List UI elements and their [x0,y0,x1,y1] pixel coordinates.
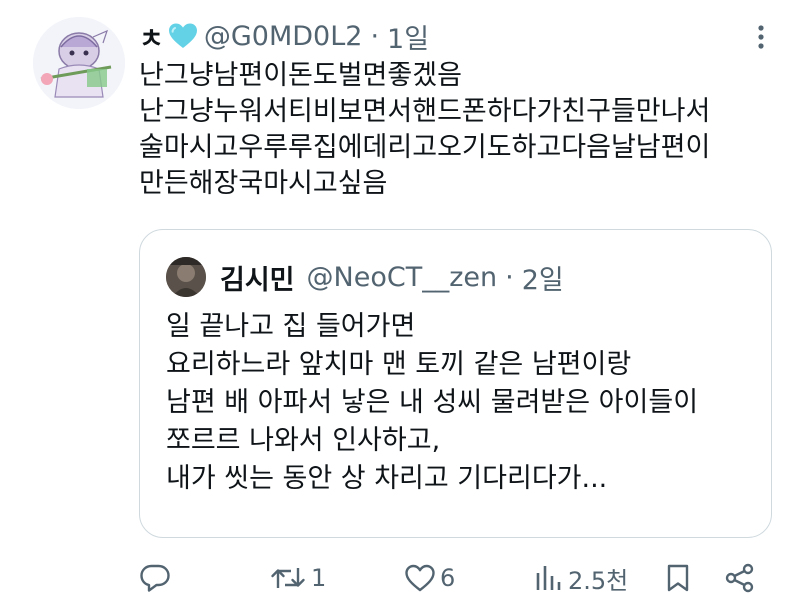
views-icon [534,563,564,593]
separator-dot: · [370,20,380,52]
views-button[interactable]: 2.5천 [534,558,628,598]
like-button[interactable]: 6 [404,558,455,598]
quoted-display-name[interactable]: 김시민 [220,258,295,297]
retweet-button[interactable]: 1 [269,558,326,598]
light-blue-heart-icon [168,22,198,50]
bookmark-button[interactable] [664,558,692,598]
reply-button[interactable] [139,558,175,598]
avatar[interactable] [33,17,125,109]
timestamp[interactable]: 1일 [387,17,429,56]
view-count: 2.5천 [568,566,629,595]
bookmark-icon [664,563,692,593]
tweet-text-line: 만든해장국마시고싶음 [139,168,388,199]
share-icon [724,563,756,593]
quoted-text-line: 쪼르르 나와서 인사하고, [166,425,441,456]
share-button[interactable] [724,558,756,598]
more-icon[interactable] [756,24,766,50]
action-bar: 1 6 2.5천 [139,558,769,598]
quoted-timestamp: 2일 [521,264,564,296]
quoted-text-line: 요리하느라 앞치마 맨 토끼 같은 남편이랑 [166,349,632,380]
quoted-handle[interactable]: @NeoCT__zen [307,262,498,293]
retweet-count: 1 [311,564,327,592]
tweet-header: ㅊ @G0MD0L2 · 1일 [139,16,429,56]
tweet: ㅊ @G0MD0L2 · 1일 난그냥남편이돈도벌면좋겠음 난그냥누워서티비보면… [0,0,800,602]
retweet-icon [269,563,307,593]
tweet-text: 난그냥남편이돈도벌면좋겠음 난그냥누워서티비보면서핸드폰하다가친구들만나서 술마… [139,58,769,202]
quoted-text-line: 내가 씻는 동안 상 차리고 기다리다가... [166,463,608,494]
like-count: 6 [440,564,456,592]
display-name[interactable]: ㅊ [139,17,164,56]
reply-icon [139,563,171,593]
quoted-text-line: 남편 배 아파서 낳은 내 성씨 물려받은 아이들이 [166,387,699,418]
handle[interactable]: @G0MD0L2 [204,21,363,52]
like-icon [404,563,436,593]
tweet-text-line: 난그냥남편이돈도벌면좋겠음 [139,60,462,91]
quoted-tweet[interactable]: 김시민 @NeoCT__zen · 2일 일 끝나고 집 들어가면 요리하느라 … [139,229,772,538]
tweet-text-line: 난그냥누워서티비보면서핸드폰하다가친구들만나서 [139,96,711,127]
quoted-avatar[interactable] [166,257,206,297]
tweet-text-line: 술마시고우루루집에데리고오기도하고다음날남편이 [139,132,711,163]
quoted-separator-dot: · [505,261,514,293]
quoted-tweet-header: 김시민 @NeoCT__zen · 2일 [166,256,564,298]
quoted-text-line: 일 끝나고 집 들어가면 [166,311,416,342]
quoted-tweet-text: 일 끝나고 집 들어가면 요리하느라 앞치마 맨 토끼 같은 남편이랑 남편 배… [166,308,698,498]
